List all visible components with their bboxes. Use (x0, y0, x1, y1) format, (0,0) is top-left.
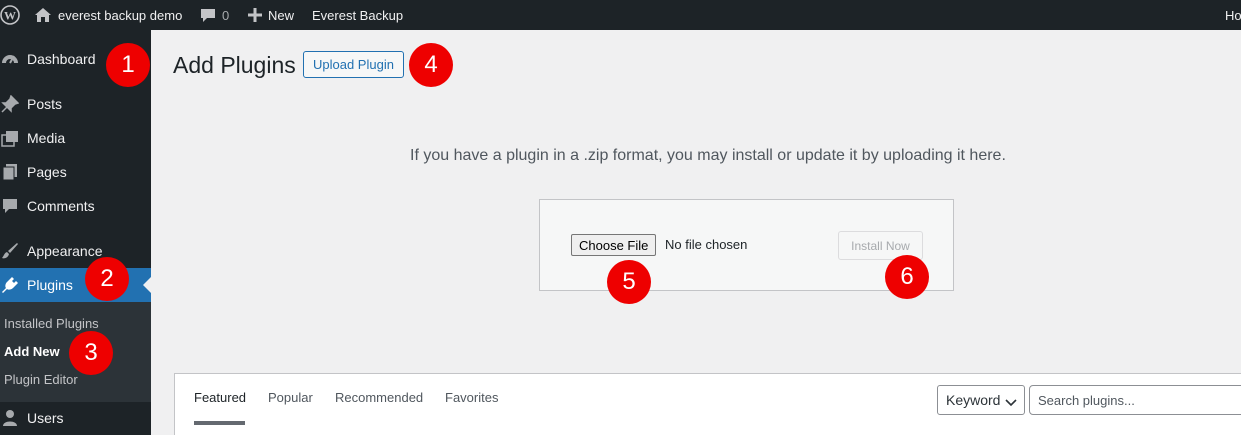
sidebar-item-label: Appearance (27, 243, 103, 259)
callout-marker-3: 3 (69, 331, 113, 375)
sidebar-item-label: Plugins (27, 277, 73, 293)
active-tab-underline (194, 421, 245, 425)
site-name: everest backup demo (58, 7, 183, 23)
new-label: New (268, 7, 295, 23)
media-icon (0, 128, 20, 148)
upload-plugin-button[interactable]: Upload Plugin (303, 51, 404, 78)
tab-popular[interactable]: Popular (268, 390, 313, 405)
sidebar-item-posts[interactable]: Posts (0, 87, 151, 121)
comments-count: 0 (222, 7, 230, 23)
admin-bar: W everest backup demo 0 New Everest Back… (0, 0, 1241, 30)
chevron-down-icon (1005, 395, 1017, 411)
search-plugins-input[interactable] (1029, 385, 1241, 415)
choose-file-button[interactable]: Choose File (571, 234, 657, 256)
howdy-user-link[interactable]: Ho (1225, 0, 1241, 30)
file-status-text: No file chosen (665, 237, 748, 252)
howdy-label: Ho (1225, 7, 1241, 23)
submenu-add-new[interactable]: Add New (4, 344, 60, 359)
sidebar-item-label: Media (27, 130, 66, 146)
svg-text:W: W (4, 9, 16, 23)
sidebar-item-label: Users (27, 410, 64, 426)
upload-help-text: If you have a plugin in a .zip format, y… (410, 147, 1006, 164)
tab-featured[interactable]: Featured (194, 390, 246, 405)
sidebar-item-label: Pages (27, 164, 67, 180)
sidebar-item-users[interactable]: Users (0, 401, 151, 435)
wordpress-logo-icon[interactable]: W (0, 0, 20, 30)
home-icon (34, 7, 52, 23)
user-icon (0, 408, 20, 428)
comment-bubble-icon (200, 7, 216, 23)
sidebar-item-label: Dashboard (27, 51, 96, 67)
brush-icon (0, 241, 20, 261)
tab-favorites[interactable]: Favorites (445, 390, 498, 405)
callout-marker-1: 1 (106, 43, 150, 87)
sidebar-item-pages[interactable]: Pages (0, 155, 151, 189)
callout-marker-5: 5 (607, 260, 651, 304)
callout-marker-6: 6 (885, 255, 929, 299)
plug-icon (0, 275, 20, 295)
plus-icon (248, 8, 262, 22)
admin-sidebar: Dashboard Posts Media Pages Comments App… (0, 30, 151, 435)
sidebar-item-media[interactable]: Media (0, 121, 151, 155)
everest-backup-label: Everest Backup (312, 7, 404, 23)
pin-icon (0, 94, 20, 114)
everest-backup-link[interactable]: Everest Backup (312, 0, 403, 30)
sidebar-item-comments[interactable]: Comments (0, 189, 151, 223)
comment-icon (0, 196, 20, 216)
comments-link[interactable]: 0 (200, 0, 229, 30)
sidebar-item-appearance[interactable]: Appearance (0, 234, 151, 268)
search-type-select[interactable]: Keyword (937, 385, 1025, 415)
tab-recommended[interactable]: Recommended (335, 390, 423, 405)
callout-marker-4: 4 (409, 43, 453, 87)
submenu-plugin-editor[interactable]: Plugin Editor (4, 372, 78, 387)
callout-marker-2: 2 (85, 257, 129, 301)
submenu-installed-plugins[interactable]: Installed Plugins (4, 316, 99, 331)
sidebar-item-label: Posts (27, 96, 63, 112)
page-title: Add Plugins (173, 52, 296, 78)
site-name-link[interactable]: everest backup demo (34, 0, 182, 30)
sidebar-item-label: Comments (27, 198, 95, 214)
new-content-link[interactable]: New (248, 0, 294, 30)
pages-icon (0, 162, 20, 182)
dashboard-icon (0, 49, 20, 69)
search-type-value: Keyword (946, 392, 1001, 408)
